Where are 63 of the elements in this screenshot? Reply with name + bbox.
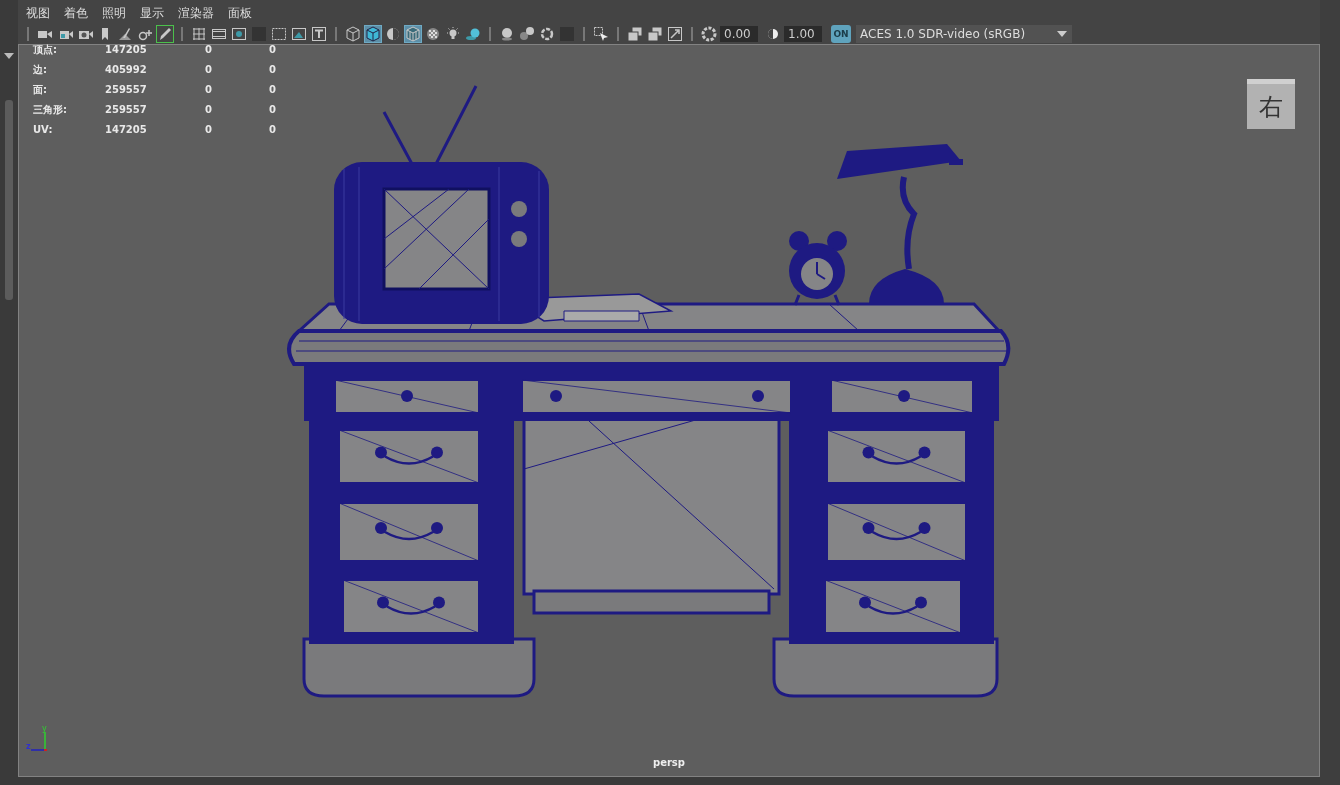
spheres-icon bbox=[519, 25, 535, 42]
axis-indicator: y z bbox=[25, 724, 55, 755]
pencil-tool-button[interactable] bbox=[156, 24, 174, 43]
selection-arrow-tool-button[interactable] bbox=[592, 24, 610, 43]
image-icon bbox=[291, 25, 307, 42]
stat-value: 0 bbox=[205, 63, 213, 78]
menu-item[interactable]: 着色 bbox=[64, 5, 96, 23]
stat-value: 0 bbox=[269, 83, 277, 98]
menu-item[interactable]: 照明 bbox=[102, 5, 134, 23]
stat-label: 面: bbox=[33, 83, 48, 98]
selection-arrow-icon bbox=[593, 25, 609, 42]
aperture-icon bbox=[701, 25, 717, 42]
shaded-cube-icon bbox=[365, 25, 381, 42]
dashed-frame-icon bbox=[271, 25, 287, 42]
stat-value: 405992 bbox=[105, 63, 148, 78]
sphere-icon bbox=[499, 25, 515, 42]
text-frame-tool-button[interactable] bbox=[310, 24, 328, 43]
shaded-cube-tool-button[interactable] bbox=[364, 24, 382, 43]
stat-label: UV: bbox=[33, 123, 54, 138]
camera-label: persp bbox=[653, 757, 685, 769]
color-management-toggle[interactable]: ON bbox=[831, 24, 851, 43]
checker-icon bbox=[425, 25, 441, 42]
menu-item[interactable]: 面板 bbox=[228, 5, 260, 23]
stat-value: 259557 bbox=[105, 103, 148, 118]
menu-item[interactable]: 显示 bbox=[140, 5, 172, 23]
scrollbar-thumb[interactable] bbox=[5, 100, 13, 300]
menu-item[interactable]: 渲染器 bbox=[178, 5, 222, 23]
stat-value: 0 bbox=[205, 83, 213, 98]
exposure-field[interactable]: 0.00 bbox=[720, 25, 758, 42]
ring-icon bbox=[539, 25, 555, 42]
grid-icon bbox=[191, 25, 207, 42]
stat-value: 147205 bbox=[105, 123, 148, 138]
collapse-arrow-icon[interactable] bbox=[4, 52, 14, 60]
caret-icon bbox=[1056, 29, 1068, 38]
stat-value: 0 bbox=[269, 103, 277, 118]
wireframe-cube-icon bbox=[345, 25, 361, 42]
wireframe-cube-tool-button[interactable] bbox=[344, 24, 362, 43]
stat-value: 147205 bbox=[105, 43, 148, 58]
stat-value: 0 bbox=[269, 63, 277, 78]
frame-arrow-tool-button[interactable] bbox=[666, 24, 684, 43]
text-frame-icon bbox=[311, 25, 327, 42]
stat-value: 0 bbox=[269, 123, 277, 138]
stat-label: 边: bbox=[33, 63, 48, 78]
light-bulb-icon bbox=[445, 25, 461, 42]
spheres-tool-button[interactable] bbox=[518, 24, 536, 43]
stacked-squares-tool-button[interactable] bbox=[646, 24, 664, 43]
gamma-field[interactable]: 1.00 bbox=[784, 25, 822, 42]
wireframe-shaded-cube-icon bbox=[405, 25, 421, 42]
stacked-squares-tool-button[interactable] bbox=[626, 24, 644, 43]
view-cube[interactable]: 右 bbox=[1247, 79, 1295, 130]
view-transform-dropdown[interactable]: ACES 1.0 SDR-video (sRGB) bbox=[856, 24, 1072, 43]
wireframe-shaded-cube-tool-button[interactable] bbox=[404, 24, 422, 43]
stat-label: 顶点: bbox=[33, 43, 58, 58]
stat-value: 0 bbox=[205, 43, 213, 58]
menu-item[interactable]: 视图 bbox=[26, 5, 58, 23]
stat-value: 0 bbox=[269, 43, 277, 58]
stat-value: 0 bbox=[205, 103, 213, 118]
stat-value: 259557 bbox=[105, 83, 148, 98]
pen-surface-icon bbox=[117, 25, 133, 42]
pencil-icon bbox=[157, 25, 173, 42]
stat-value: 0 bbox=[205, 123, 213, 138]
stat-label: 三角形: bbox=[33, 103, 68, 118]
aperture-tool-button[interactable] bbox=[700, 24, 718, 43]
